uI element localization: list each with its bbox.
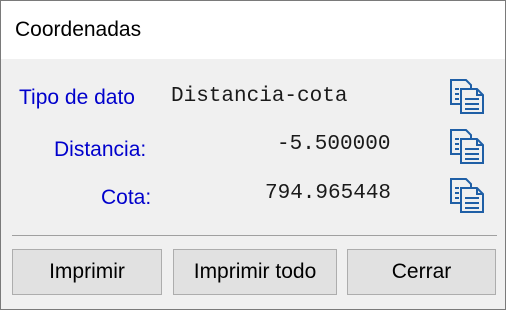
elevation-value: 794.965448 xyxy=(265,182,392,205)
data-type-label: Tipo de dato xyxy=(19,86,135,109)
divider xyxy=(12,235,497,236)
coordinates-dialog: Coordenadas Tipo de dato Distancia-cota xyxy=(0,0,506,310)
elevation-label: Cota: xyxy=(101,186,152,209)
copy-distance-button[interactable] xyxy=(448,127,488,165)
copy-icon xyxy=(448,127,488,165)
copy-icon xyxy=(448,77,488,115)
print-button[interactable]: Imprimir xyxy=(12,249,162,295)
title-bar: Coordenadas xyxy=(1,1,505,59)
copy-icon xyxy=(448,176,488,214)
copy-elevation-button[interactable] xyxy=(448,176,488,214)
print-all-button[interactable]: Imprimir todo xyxy=(173,249,337,295)
copy-data-type-button[interactable] xyxy=(448,77,488,115)
close-button[interactable]: Cerrar xyxy=(347,249,496,295)
print-all-button-label: Imprimir todo xyxy=(193,260,317,283)
dialog-title: Coordenadas xyxy=(15,18,142,41)
distance-value: -5.500000 xyxy=(277,133,391,156)
data-type-value: Distancia-cota xyxy=(171,85,348,108)
close-button-label: Cerrar xyxy=(391,260,452,283)
distance-label: Distancia: xyxy=(54,138,147,161)
print-button-label: Imprimir xyxy=(49,260,125,283)
